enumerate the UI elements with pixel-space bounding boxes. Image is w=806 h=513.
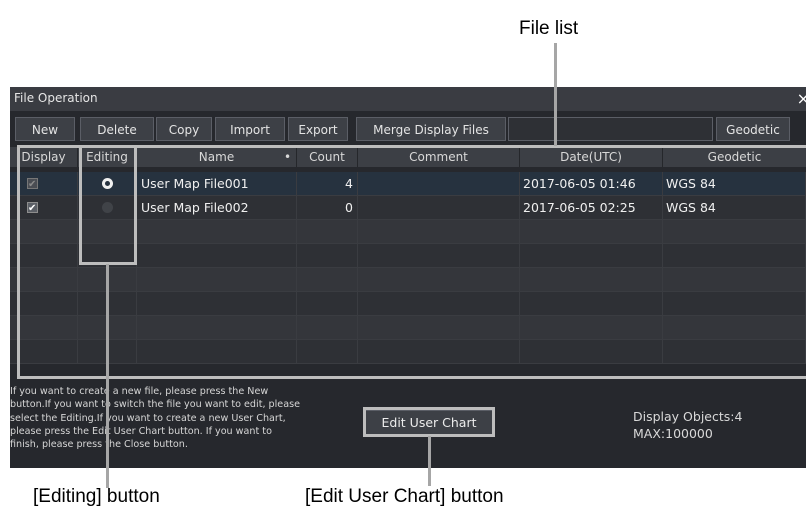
editing-leader-line xyxy=(106,264,109,488)
display-objects-status: Display Objects:4 MAX:100000 xyxy=(633,408,742,442)
callout-editing-button: [Editing] button xyxy=(33,486,160,507)
editing-column-highlight-frame xyxy=(79,145,137,265)
callout-file-list: File list xyxy=(519,18,579,39)
help-line: button.If you want to switch the file yo… xyxy=(10,399,300,411)
window-title: File Operation xyxy=(14,91,98,105)
import-button[interactable]: Import xyxy=(215,117,285,141)
help-line: please press the Edit User Chart button.… xyxy=(10,425,272,437)
max-objects: MAX:100000 xyxy=(633,426,713,441)
edit-user-chart-highlight-frame xyxy=(363,407,495,437)
help-line: select the Editing.If you want to create… xyxy=(10,412,286,424)
geodetic-button[interactable]: Geodetic xyxy=(716,117,790,141)
delete-button[interactable]: Delete xyxy=(80,117,154,141)
window-titlebar: File Operation × xyxy=(10,87,806,111)
copy-button[interactable]: Copy xyxy=(156,117,212,141)
file-list-leader-line xyxy=(554,43,557,146)
display-objects-count: Display Objects:4 xyxy=(633,409,743,424)
toolbar-spacer xyxy=(508,117,713,141)
help-line: finish, please press the Close button. xyxy=(10,439,188,451)
merge-display-files-button[interactable]: Merge Display Files xyxy=(356,117,506,141)
callout-edit-user-chart-button: [Edit User Chart] button xyxy=(305,486,504,507)
toolbar: New Delete Copy Import Export Merge Disp… xyxy=(10,117,806,143)
help-line: If you want to create a new file, please… xyxy=(10,386,269,397)
new-button[interactable]: New xyxy=(15,117,75,141)
edit-user-chart-leader-line xyxy=(428,436,431,486)
help-text: If you want to create a new file, please… xyxy=(10,385,360,451)
close-icon[interactable]: × xyxy=(797,89,806,108)
export-button[interactable]: Export xyxy=(288,117,348,141)
